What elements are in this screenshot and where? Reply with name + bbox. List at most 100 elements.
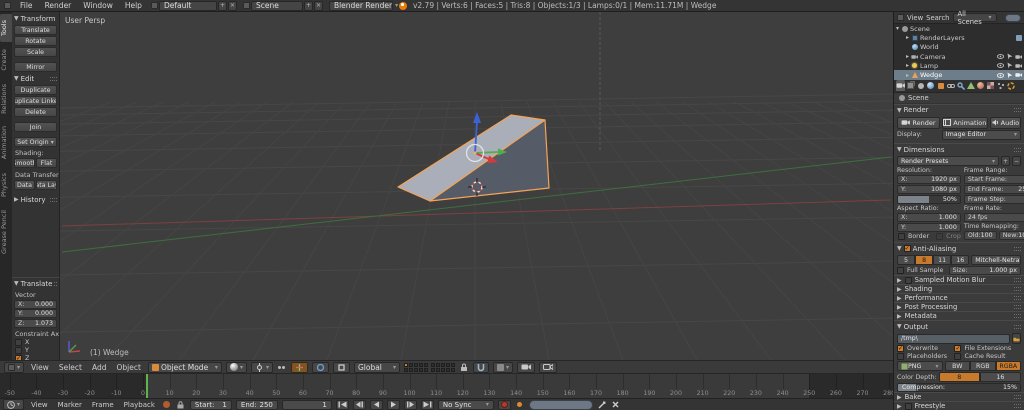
panel-grip-icon[interactable]: [1014, 314, 1021, 318]
color-depth-8-button[interactable]: 8: [938, 372, 980, 382]
data-transfer-layout-button[interactable]: Data Layo: [36, 180, 57, 190]
duplicate-button[interactable]: Duplicate: [14, 85, 57, 95]
panel-grip-icon[interactable]: [1014, 296, 1021, 300]
opengl-render-button[interactable]: [516, 361, 535, 373]
layer-buttons[interactable]: [403, 362, 455, 372]
color-depth-16-button[interactable]: 16: [979, 372, 1021, 382]
file-format-dropdown[interactable]: PNG ▾: [897, 361, 943, 371]
jump-to-start-button[interactable]: [335, 399, 349, 410]
start-frame-field[interactable]: Start: 1: [189, 399, 232, 410]
renderlayer-render-toggle[interactable]: [1015, 34, 1022, 41]
translate-x-field[interactable]: X: 0.000: [14, 299, 57, 309]
compression-slider[interactable]: Compression: 15%: [897, 383, 1021, 392]
expander-icon[interactable]: ▸: [906, 62, 909, 69]
shelf-tab-grease-pencil[interactable]: Grease Pencil: [0, 204, 12, 260]
translate-z-field[interactable]: Z: 1.073: [14, 318, 57, 328]
expander-icon[interactable]: ▸: [906, 72, 909, 79]
selectability-arrow-icon[interactable]: [1006, 72, 1013, 79]
outliner-view-menu[interactable]: View: [907, 14, 923, 22]
expander-icon[interactable]: ▾: [896, 25, 899, 32]
shelf-tab-animation[interactable]: Animation: [0, 120, 12, 165]
next-keyframe-button[interactable]: [403, 399, 417, 410]
translate-operator-header[interactable]: ▼ Translate: [14, 278, 57, 289]
current-frame-field[interactable]: 1: [281, 399, 332, 410]
channels-bw-button[interactable]: BW: [944, 361, 971, 371]
panel-grip-icon[interactable]: [1014, 305, 1021, 309]
layer-button[interactable]: [440, 367, 445, 372]
manipulate-center-points-toggle[interactable]: [277, 362, 287, 372]
active-keying-set-field[interactable]: [528, 399, 593, 410]
aa-samples-5-button[interactable]: 5: [897, 255, 916, 265]
timeline-playback-menu[interactable]: Playback: [121, 401, 158, 409]
screen-layout-icon[interactable]: [150, 2, 158, 9]
aspect-x-field[interactable]: X: 1.000: [897, 212, 961, 222]
render-engine-dropdown[interactable]: Blender Render ▾: [328, 0, 398, 11]
frame-step-field[interactable]: Frame Step:1: [963, 194, 1024, 204]
layer-button[interactable]: [418, 367, 423, 372]
layer-button[interactable]: [423, 362, 428, 367]
tab-physics[interactable]: [1006, 80, 1015, 91]
snap-element-dropdown[interactable]: ▾: [492, 361, 513, 373]
selectability-arrow-icon[interactable]: [1006, 62, 1013, 69]
channels-rgb-button[interactable]: RGB: [970, 361, 996, 371]
timeline-ruler[interactable]: -50 -40 -30 -20 -10 0 10 20 30 40 50 60 70 80 90 100 110…: [0, 374, 893, 398]
output-path-field[interactable]: /tmp\: [897, 333, 1010, 344]
timeline-view-menu[interactable]: View: [28, 401, 51, 409]
shelf-tab-physics[interactable]: Physics: [0, 167, 12, 203]
shading-panel-header[interactable]: ▶ Shading: [894, 284, 1024, 293]
scene-dropdown[interactable]: Scene: [250, 0, 303, 11]
layer-button[interactable]: [445, 367, 450, 372]
timeline-marker-menu[interactable]: Marker: [55, 401, 85, 409]
layer-button[interactable]: [418, 362, 423, 367]
render-button[interactable]: Render: [897, 116, 940, 129]
file-extensions-checkbox[interactable]: ✓: [954, 345, 962, 352]
lock-time-cursor-toggle[interactable]: [176, 400, 186, 410]
resolution-x-field[interactable]: X: 1920 px: [897, 174, 961, 184]
menu-help[interactable]: Help: [122, 1, 145, 10]
rotate-button[interactable]: Rotate: [14, 36, 57, 46]
join-button[interactable]: Join: [14, 122, 57, 132]
output-panel-header[interactable]: ▼ Output: [894, 321, 1024, 332]
resolution-y-field[interactable]: Y: 1080 px: [897, 184, 961, 194]
crop-checkbox[interactable]: [936, 233, 944, 241]
panel-grip-icon[interactable]: [1014, 147, 1021, 152]
layer-button[interactable]: [403, 362, 408, 367]
outliner-row-wedge[interactable]: ▸ Wedge: [894, 70, 1024, 80]
layer-button[interactable]: [430, 362, 435, 367]
play-button[interactable]: [386, 399, 400, 410]
panel-grip-icon[interactable]: [1014, 287, 1021, 291]
layer-button[interactable]: [445, 362, 450, 367]
tab-render[interactable]: [896, 80, 905, 92]
sampled-motion-blur-panel-header[interactable]: ▶ Sampled Motion Blur: [894, 275, 1024, 284]
scene-selector-icon[interactable]: [242, 2, 250, 9]
outliner-display-dropdown[interactable]: All Scenes ▾: [952, 10, 997, 26]
tab-material[interactable]: [976, 80, 985, 91]
previous-keyframe-button[interactable]: [352, 399, 366, 410]
end-frame-field[interactable]: End: 250: [235, 399, 278, 410]
panel-grip-icon[interactable]: [1014, 246, 1021, 251]
end-frame-field[interactable]: End Frame:250: [963, 184, 1024, 194]
border-checkbox[interactable]: [898, 233, 905, 241]
add-scene-button[interactable]: +: [303, 0, 313, 11]
object-menu[interactable]: Object: [114, 363, 144, 372]
history-panel-header[interactable]: ▶ History: [14, 194, 57, 205]
layer-button[interactable]: [450, 367, 455, 372]
tab-object[interactable]: [936, 80, 945, 91]
shelf-tab-tools[interactable]: Tools: [0, 14, 12, 43]
aa-filter-dropdown[interactable]: Mitchell-Netravali▾: [971, 255, 1021, 265]
tab-object-data[interactable]: [966, 80, 975, 91]
tab-particles[interactable]: [996, 80, 1005, 91]
tab-texture[interactable]: [986, 80, 995, 91]
tab-scene[interactable]: [916, 80, 925, 91]
tab-modifiers[interactable]: [956, 80, 965, 91]
visibility-eye-icon[interactable]: [997, 62, 1004, 69]
renderability-camera-icon[interactable]: [1015, 53, 1022, 60]
layer-button[interactable]: [403, 367, 408, 372]
expander-icon[interactable]: ▸: [906, 34, 909, 41]
timeline-frame-menu[interactable]: Frame: [89, 401, 117, 409]
display-mode-dropdown[interactable]: Image Editor ▾: [941, 129, 1021, 140]
set-origin-dropdown[interactable]: Set Origin ▾: [14, 137, 57, 147]
browse-folder-button[interactable]: [1012, 333, 1021, 344]
translate-y-field[interactable]: Y: 0.000: [14, 309, 57, 318]
bake-panel-header[interactable]: ▶ Bake: [894, 392, 1024, 401]
